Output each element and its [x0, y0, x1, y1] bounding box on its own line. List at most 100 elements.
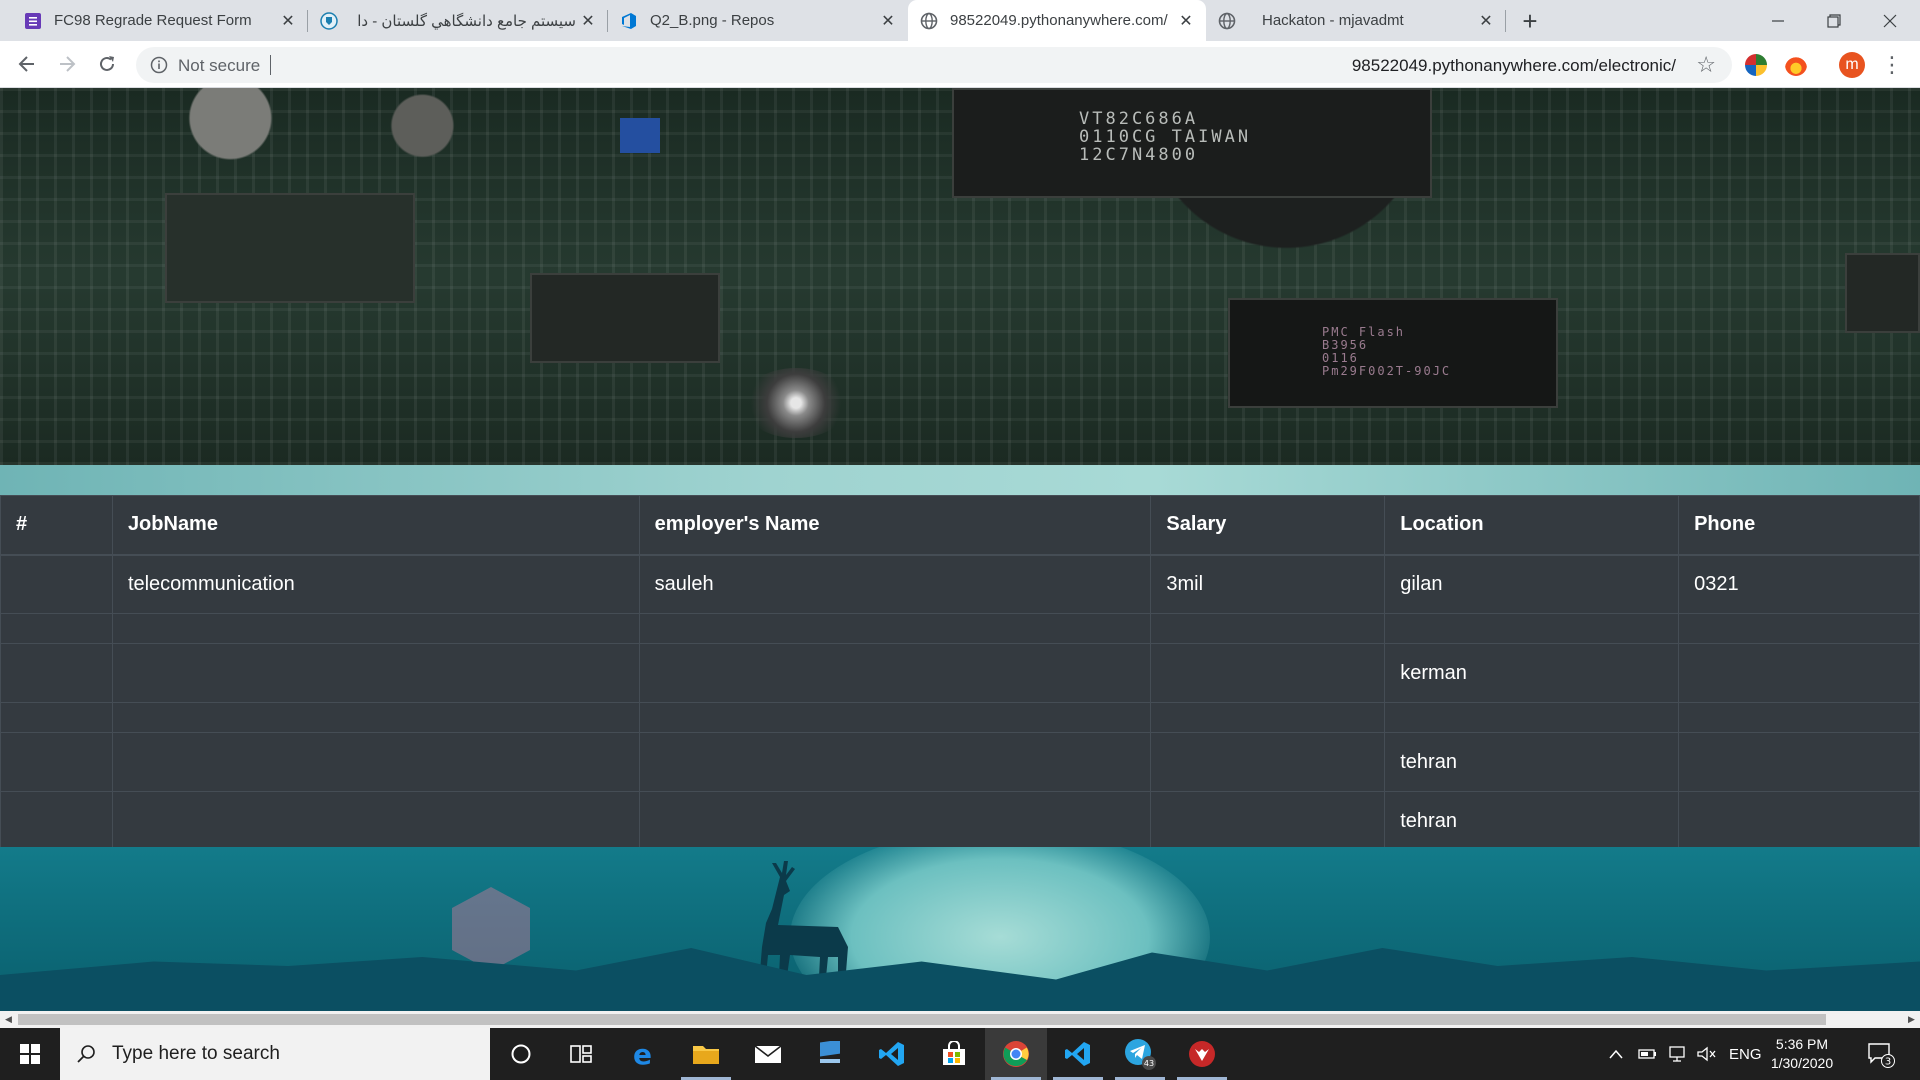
vscode-icon[interactable] [1047, 1028, 1109, 1080]
cell-employer [638, 613, 1152, 644]
clock-date: 1/30/2020 [1770, 1055, 1834, 1071]
app-red-icon[interactable] [1171, 1028, 1233, 1080]
show-hidden-icons[interactable] [1608, 1028, 1624, 1080]
mail-icon[interactable] [737, 1028, 799, 1080]
minimize-button[interactable] [1750, 0, 1806, 41]
file-explorer-icon[interactable] [675, 1028, 737, 1080]
new-tab-button[interactable]: + [1515, 6, 1545, 36]
cell-phone [1678, 643, 1920, 703]
forward-button[interactable] [52, 49, 82, 79]
network-icon[interactable] [1668, 1028, 1688, 1080]
bookmark-star-icon[interactable]: ☆ [1696, 52, 1716, 78]
notification-icon: 3 [1868, 1043, 1895, 1068]
close-icon[interactable]: ✕ [1174, 9, 1198, 33]
circuit-board-banner: VT82C686A 0110CG TAIWAN 12C7N4800 PMC Fl… [0, 88, 1920, 465]
app-icon[interactable] [799, 1028, 861, 1080]
table-row: kerman [0, 643, 1920, 703]
scroll-left-icon[interactable]: ◀ [0, 1011, 17, 1028]
chip-label: Pm29F002T-90JC [1322, 364, 1452, 378]
ic-chip [530, 273, 720, 363]
cell-jobname: telecommunication [111, 554, 640, 614]
extension-globe-icon[interactable] [1745, 54, 1767, 76]
horizontal-scrollbar[interactable]: ◀ ▶ [0, 1011, 1920, 1028]
scroll-right-icon[interactable]: ▶ [1903, 1011, 1920, 1028]
tab-repos[interactable]: Q2_B.png - Repos ✕ [608, 0, 908, 41]
close-window-button[interactable] [1862, 0, 1918, 41]
notification-count: 3 [1885, 1057, 1891, 1068]
reload-icon [100, 56, 114, 71]
taskbar-search-box[interactable]: Type here to search [60, 1028, 490, 1080]
restore-button[interactable] [1806, 0, 1862, 41]
column-header-number: # [0, 495, 113, 556]
golestan-icon [320, 11, 338, 30]
close-icon[interactable]: ✕ [276, 9, 300, 33]
clock-time: 5:36 PM [1775, 1036, 1829, 1052]
tab-golestan[interactable]: سیستم جامع دانشگاهي گلستان - دا ✕ [308, 0, 608, 41]
store-icon[interactable] [923, 1028, 985, 1080]
cell-location: kerman [1384, 643, 1680, 703]
telegram-badge: 43 [1144, 1059, 1154, 1068]
task-view-icon[interactable] [550, 1028, 612, 1080]
cell-jobname [111, 702, 640, 733]
restore-icon [1827, 13, 1841, 28]
scrollbar-thumb[interactable] [18, 1014, 1826, 1025]
cell-phone [1678, 732, 1920, 792]
table-header-row: # JobName employer's Name Salary Locatio… [0, 495, 1920, 556]
search-icon [77, 1045, 95, 1063]
security-label[interactable]: Not secure [178, 56, 260, 76]
cell-salary [1150, 702, 1386, 733]
close-icon[interactable]: ✕ [576, 9, 600, 33]
cell-phone [1678, 791, 1920, 851]
url-text[interactable]: 98522049.pythonanywhere.com/electronic/ [1352, 56, 1676, 76]
azure-devops-icon [620, 12, 638, 30]
close-icon[interactable]: ✕ [876, 9, 900, 33]
telegram-icon[interactable]: 43 [1109, 1028, 1171, 1080]
tab-electronic-active[interactable]: 98522049.pythonanywhere.com/ ✕ [908, 0, 1206, 41]
forest-background [0, 847, 1920, 1011]
tab-title: FC98 Regrade Request Form [54, 12, 252, 29]
browser-tab-bar: FC98 Regrade Request Form ✕ سیستم جامع د… [0, 0, 1920, 41]
extension-fire-icon[interactable] [1785, 54, 1807, 76]
more-menu-icon[interactable]: ⋮ [1880, 50, 1904, 80]
cell-number [0, 791, 113, 851]
screw [742, 368, 850, 438]
cell-number [0, 643, 113, 703]
capacitor [620, 118, 660, 153]
cell-phone [1678, 702, 1920, 733]
cell-phone: 0321 [1678, 554, 1920, 614]
tab-title: Hackaton - mjavadmt [1262, 12, 1404, 29]
background-strip [0, 465, 1920, 495]
start-button[interactable] [0, 1028, 60, 1080]
cell-employer: sauleh [638, 554, 1152, 614]
close-icon [1883, 14, 1897, 27]
cell-employer [638, 732, 1152, 792]
cortana-icon[interactable] [490, 1028, 552, 1080]
cell-employer [638, 791, 1152, 851]
separator [270, 55, 271, 75]
edge-icon[interactable]: e [613, 1028, 675, 1080]
chip-label: VT82C686A [1079, 109, 1199, 129]
info-icon[interactable] [150, 56, 168, 74]
forward-arrow-icon [60, 56, 76, 72]
tab-hackaton[interactable]: Hackaton - mjavadmt ✕ [1206, 0, 1506, 41]
table-row [0, 702, 1920, 733]
cell-employer [638, 702, 1152, 733]
battery-icon[interactable] [1638, 1028, 1658, 1080]
globe-icon [1218, 12, 1236, 30]
profile-avatar[interactable]: m [1839, 52, 1865, 78]
column-header-location: Location [1384, 495, 1680, 556]
tab-regrade-form[interactable]: FC98 Regrade Request Form ✕ [12, 0, 308, 41]
close-icon[interactable]: ✕ [1474, 9, 1498, 33]
vscode-icon[interactable] [861, 1028, 923, 1080]
tab-title: Q2_B.png - Repos [650, 12, 775, 29]
windows-taskbar: Type here to search e 43 ENG 5:36 PM 1/3… [0, 1028, 1920, 1080]
chrome-icon[interactable] [985, 1028, 1047, 1080]
reload-button[interactable] [92, 49, 122, 79]
table-row: tehran [0, 732, 1920, 792]
taskbar-clock[interactable]: 5:36 PM 1/30/2020 [1752, 1035, 1852, 1073]
back-button[interactable] [12, 49, 42, 79]
action-center-button[interactable]: 3 [1866, 1038, 1896, 1070]
svg-text:e: e [633, 1040, 652, 1068]
volume-muted-icon[interactable] [1696, 1028, 1716, 1080]
address-bar[interactable]: Not secure 98522049.pythonanywhere.com/e… [136, 47, 1732, 83]
